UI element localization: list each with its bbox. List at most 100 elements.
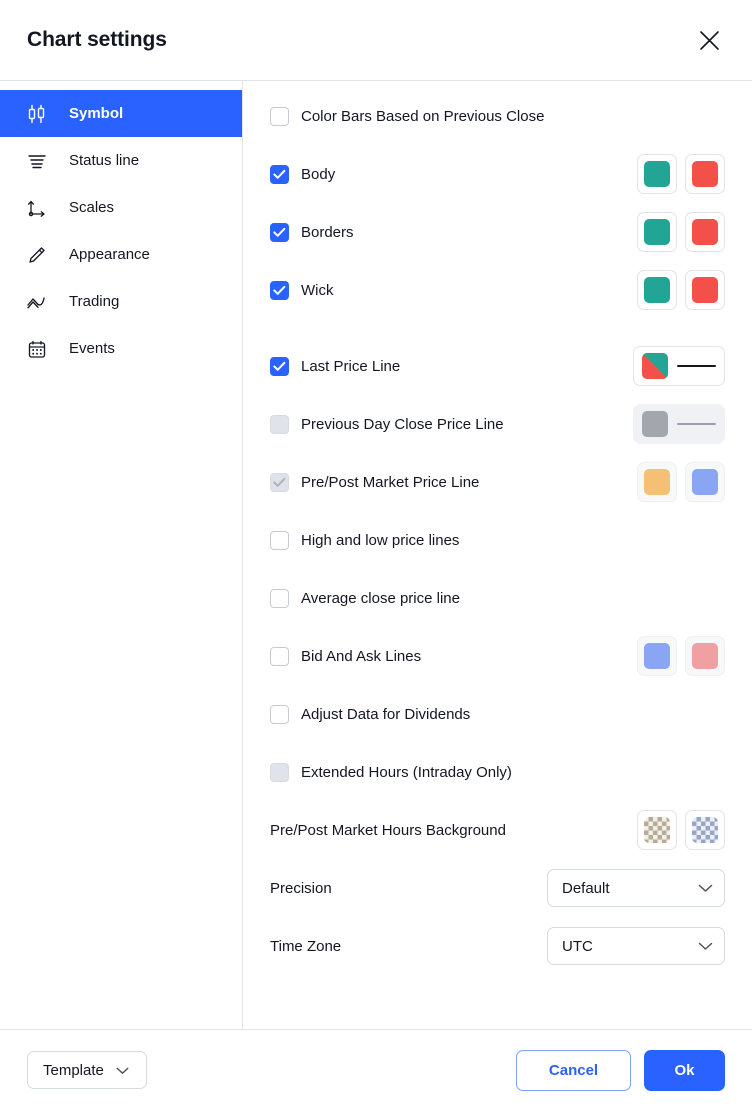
sidebar-item-label: Events — [69, 340, 115, 357]
setting-row-prepost-background: Pre/Post Market Hours Background — [270, 809, 725, 851]
setting-row-last-price-line: Last Price Line — [270, 345, 725, 387]
setting-row-precision: Precision Default — [270, 867, 725, 909]
candlestick-icon — [26, 104, 54, 124]
dialog-body: Symbol Status line Scales Appearance Tra… — [0, 81, 752, 1029]
checkbox-prev-day-close[interactable] — [270, 414, 289, 434]
setting-row-bid-ask-lines: Bid And Ask Lines — [270, 635, 725, 677]
setting-label: Time Zone — [270, 937, 342, 955]
sidebar-item-label: Appearance — [69, 246, 150, 263]
color-swatch-split-updown — [642, 353, 668, 379]
template-label: Template — [43, 1061, 104, 1079]
color-swatches-prepost — [637, 462, 725, 502]
setting-label: Wick — [301, 281, 334, 299]
checkbox-borders[interactable] — [270, 222, 289, 242]
chevron-down-icon — [698, 884, 713, 893]
color-swatch-bid[interactable] — [637, 636, 677, 676]
setting-label: Last Price Line — [301, 357, 401, 375]
sidebar-item-status-line[interactable]: Status line — [0, 137, 242, 184]
color-swatch-up[interactable] — [637, 270, 677, 310]
setting-row-prev-day-close: Previous Day Close Price Line — [270, 403, 725, 445]
checkbox-color-bars[interactable] — [270, 106, 289, 126]
line-style-picker-prev-day-close[interactable] — [633, 404, 725, 444]
setting-label: High and low price lines — [301, 531, 460, 549]
page-title: Chart settings — [27, 28, 167, 51]
setting-label: Pre/Post Market Hours Background — [270, 821, 506, 839]
close-icon[interactable] — [692, 23, 726, 57]
setting-label: Bid And Ask Lines — [301, 647, 422, 665]
color-swatch-premarket[interactable] — [637, 462, 677, 502]
checkbox-high-low-lines[interactable] — [270, 530, 289, 550]
color-swatch-down[interactable] — [685, 212, 725, 252]
color-swatch-postmarket[interactable] — [685, 462, 725, 502]
sidebar-item-trading[interactable]: Trading — [0, 278, 242, 325]
checkbox-prepost-price-line[interactable] — [270, 472, 289, 492]
calendar-icon — [26, 339, 54, 359]
checkbox-body[interactable] — [270, 164, 289, 184]
checkbox-average-close[interactable] — [270, 588, 289, 608]
checkbox-extended-hours[interactable] — [270, 762, 289, 782]
setting-row-timezone: Time Zone UTC — [270, 925, 725, 967]
color-swatch-premarket-background[interactable] — [637, 810, 677, 850]
template-dropdown-button[interactable]: Template — [27, 1051, 147, 1089]
setting-label: Precision — [270, 879, 332, 897]
precision-value: Default — [562, 879, 610, 897]
color-swatch-up[interactable] — [637, 212, 677, 252]
status-line-icon — [26, 151, 54, 171]
checkbox-bid-ask-lines[interactable] — [270, 646, 289, 666]
sidebar-item-label: Status line — [69, 152, 140, 169]
setting-label: Adjust Data for Dividends — [301, 705, 471, 723]
chevron-down-icon — [698, 942, 713, 951]
dialog-footer: Template Cancel Ok — [0, 1029, 752, 1110]
color-swatch-grey — [642, 411, 668, 437]
color-swatches-borders — [637, 212, 725, 252]
setting-label: Body — [301, 165, 336, 183]
color-swatch-up[interactable] — [637, 154, 677, 194]
setting-label: Average close price line — [301, 589, 460, 607]
settings-content: Color Bars Based on Previous Close Body — [243, 81, 752, 1029]
checkerboard-blue-icon — [692, 817, 718, 843]
sidebar-item-events[interactable]: Events — [0, 325, 242, 372]
sidebar-item-label: Trading — [69, 293, 120, 310]
color-swatches-wick — [637, 270, 725, 310]
line-preview — [677, 365, 716, 367]
checkbox-wick[interactable] — [270, 280, 289, 300]
color-swatch-postmarket-background[interactable] — [685, 810, 725, 850]
setting-label: Borders — [301, 223, 354, 241]
color-swatch-down[interactable] — [685, 270, 725, 310]
checkerboard-tan-icon — [644, 817, 670, 843]
color-swatch-down[interactable] — [685, 154, 725, 194]
setting-row-body: Body — [270, 153, 725, 195]
checkbox-adjust-dividends[interactable] — [270, 704, 289, 724]
setting-row-high-low-lines: High and low price lines — [270, 519, 725, 561]
color-swatch-ask[interactable] — [685, 636, 725, 676]
sidebar-item-label: Scales — [69, 199, 115, 216]
timezone-dropdown[interactable]: UTC — [547, 927, 725, 965]
setting-row-average-close: Average close price line — [270, 577, 725, 619]
cancel-button[interactable]: Cancel — [516, 1049, 631, 1091]
setting-label: Extended Hours (Intraday Only) — [301, 763, 512, 781]
color-swatches-prepost-background — [637, 810, 725, 850]
sidebar-item-scales[interactable]: Scales — [0, 184, 242, 231]
line-style-picker-last-price[interactable] — [633, 346, 725, 386]
chart-settings-dialog: Chart settings Symbol Status line Scales… — [0, 0, 752, 1110]
checkbox-last-price-line[interactable] — [270, 356, 289, 376]
pencil-icon — [26, 245, 54, 265]
footer-actions: Cancel Ok — [516, 1049, 725, 1091]
setting-label: Pre/Post Market Price Line — [301, 473, 480, 491]
dialog-header: Chart settings — [0, 0, 752, 81]
timezone-value: UTC — [562, 937, 593, 955]
setting-label: Color Bars Based on Previous Close — [301, 107, 545, 125]
color-swatches-bid-ask — [637, 636, 725, 676]
setting-row-extended-hours: Extended Hours (Intraday Only) — [270, 751, 725, 793]
sidebar-item-symbol[interactable]: Symbol — [0, 90, 242, 137]
chevron-down-icon — [116, 1062, 129, 1079]
setting-row-prepost-price-line: Pre/Post Market Price Line — [270, 461, 725, 503]
setting-row-borders: Borders — [270, 211, 725, 253]
precision-dropdown[interactable]: Default — [547, 869, 725, 907]
color-swatches-body — [637, 154, 725, 194]
sidebar-item-appearance[interactable]: Appearance — [0, 231, 242, 278]
ok-button[interactable]: Ok — [644, 1049, 725, 1091]
setting-label: Previous Day Close Price Line — [301, 415, 504, 433]
setting-row-adjust-dividends: Adjust Data for Dividends — [270, 693, 725, 735]
setting-row-wick: Wick — [270, 269, 725, 311]
